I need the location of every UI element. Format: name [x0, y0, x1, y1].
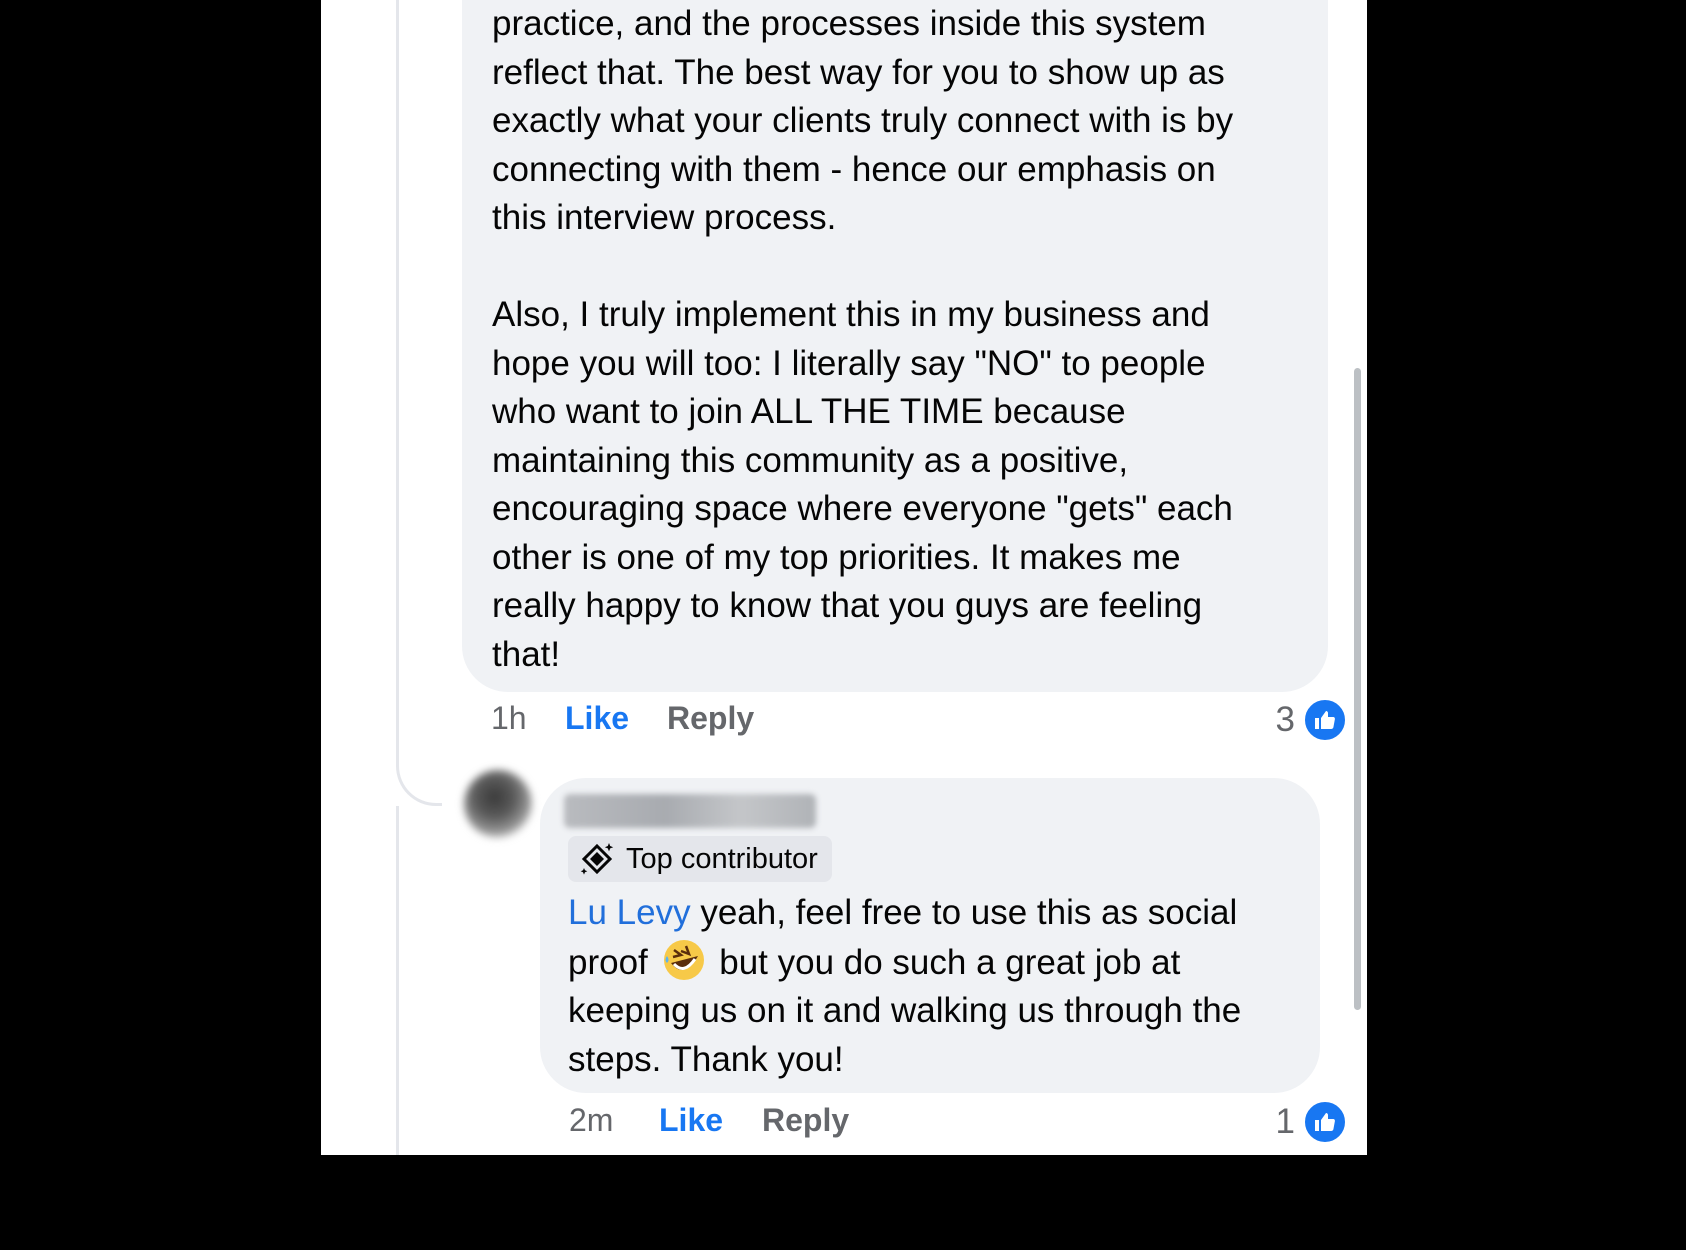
thread-connector-curve — [396, 760, 442, 806]
reaction-summary[interactable]: 1 — [1276, 1100, 1347, 1144]
comment-line: exactly what your clients truly connect … — [492, 101, 1234, 140]
reaction-summary[interactable]: 3 — [1276, 698, 1347, 742]
comment-line: maintaining this community as a positive… — [492, 440, 1129, 480]
reaction-count: 3 — [1275, 700, 1295, 739]
mention-link[interactable]: Lu Levy — [568, 893, 691, 932]
comment-line: Also, I truly implement this in my busin… — [492, 295, 1210, 334]
thumbs-up-icon — [1303, 1100, 1347, 1144]
top-contributor-icon — [580, 843, 614, 875]
comment-line: encouraging space where everyone "gets" … — [492, 489, 1233, 528]
comment-bubble: practice, and the processes inside this … — [462, 0, 1328, 692]
comment-thread-panel: practice, and the processes inside this … — [321, 0, 1367, 1155]
comment-line: reflect that. The best way for you to sh… — [492, 52, 1225, 92]
reply-comment-actions: 2m Like Reply — [569, 1102, 849, 1139]
reply-comment-bubble: Top contributor Lu Levy yeah, feel free … — [540, 778, 1320, 1093]
comment-line: really happy to know that you guys are f… — [492, 586, 1203, 625]
comment-line: connecting with them - hence our emphasi… — [492, 149, 1216, 189]
comment-line: hope you will too: I literally say "NO" … — [492, 343, 1206, 383]
like-button[interactable]: Like — [565, 700, 667, 737]
thumbs-up-icon — [1303, 698, 1347, 742]
comment-line: other is one of my top priorities. It ma… — [492, 537, 1181, 577]
scrollbar[interactable] — [1354, 368, 1361, 1010]
badge-label: Top contributor — [626, 842, 818, 875]
author-name-redacted[interactable] — [564, 794, 816, 828]
thread-connector-line — [396, 0, 399, 762]
reaction-count: 1 — [1275, 1102, 1295, 1141]
comment-line: that! — [492, 634, 561, 674]
rolling-on-the-floor-laughing-icon — [663, 939, 704, 980]
avatar[interactable] — [464, 770, 532, 838]
comment-timestamp: 2m — [569, 1102, 614, 1138]
comment-line: this interview process. — [492, 198, 837, 237]
comment-timestamp: 1h — [491, 700, 527, 736]
like-button[interactable]: Like — [659, 1102, 762, 1139]
top-contributor-badge[interactable]: Top contributor — [568, 836, 832, 882]
comment-line: who want to join ALL THE TIME because — [492, 392, 1126, 431]
comment-line: practice, and the processes inside this … — [492, 4, 1206, 43]
reply-button[interactable]: Reply — [667, 700, 754, 737]
thread-connector-line-lower — [396, 806, 399, 1155]
reply-comment-text: Lu Levy yeah, feel free to use this as s… — [568, 889, 1292, 1084]
reply-button[interactable]: Reply — [762, 1102, 849, 1139]
comment-actions: 1h Like Reply — [491, 700, 754, 737]
